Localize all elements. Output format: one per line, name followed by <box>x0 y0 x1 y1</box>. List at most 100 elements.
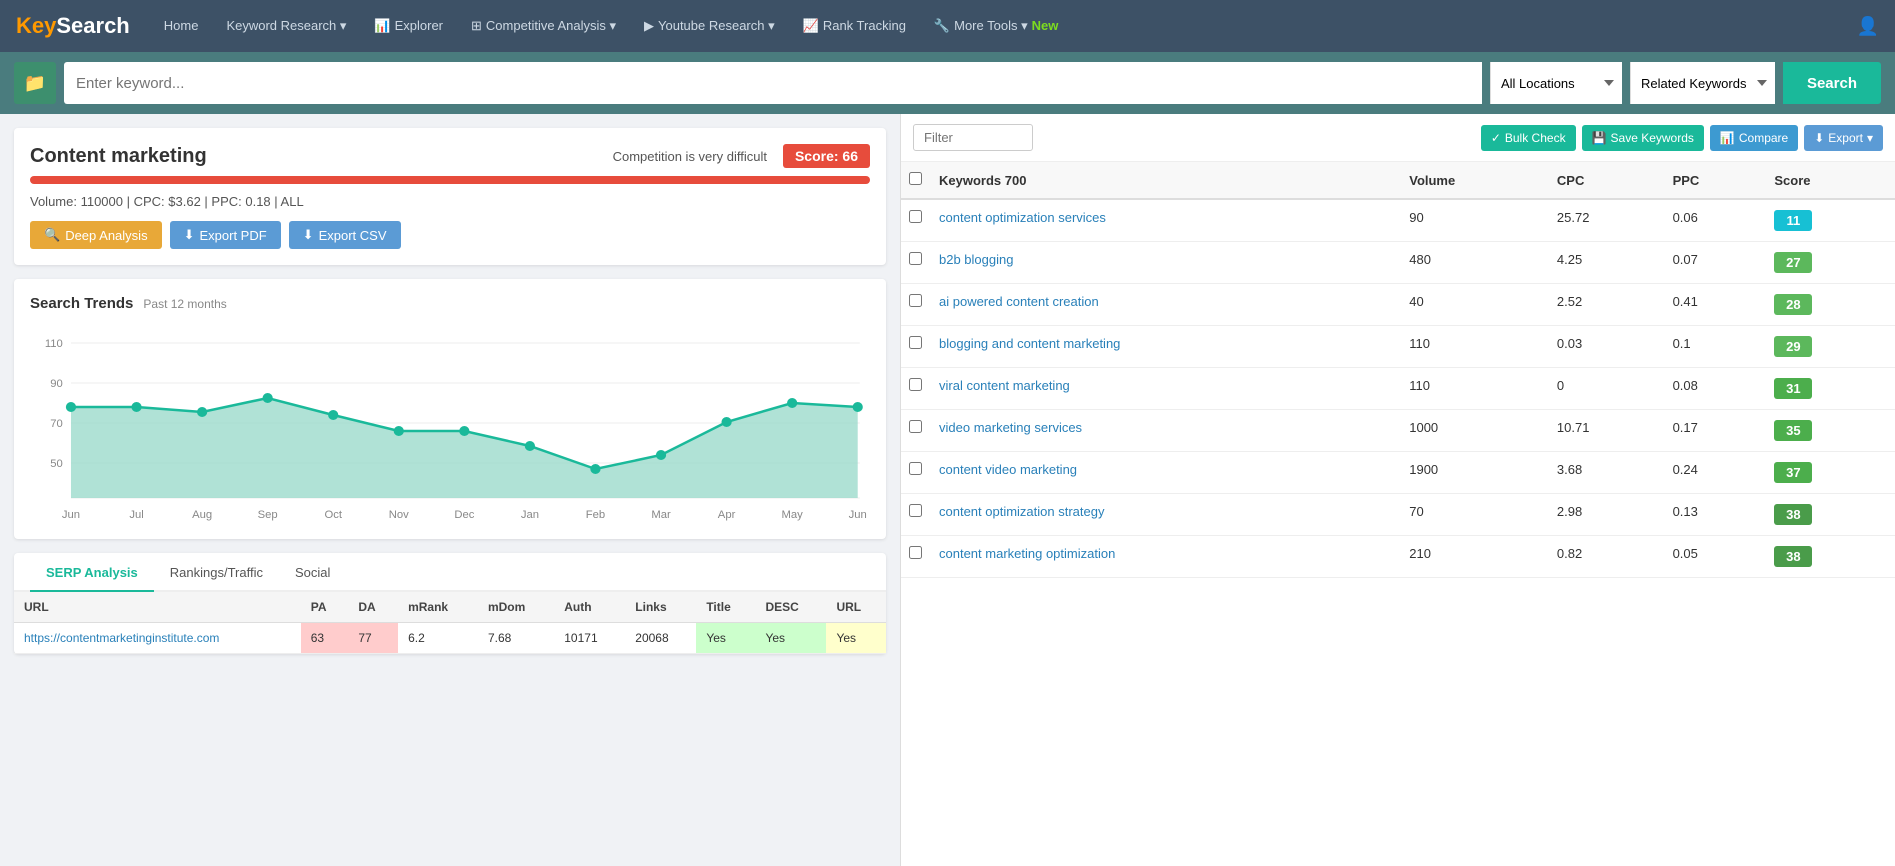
trending-icon: 📈 <box>803 0 819 52</box>
tab-rankings-traffic[interactable]: Rankings/Traffic <box>154 553 279 592</box>
nav-youtube-research[interactable]: ▶ Youtube Research ▾ <box>634 0 785 52</box>
navbar: KeySearch Home Keyword Research ▾ 📊 Expl… <box>0 0 1895 52</box>
row-checkbox-cell[interactable] <box>901 284 931 326</box>
serp-links: 20068 <box>625 623 696 654</box>
logo[interactable]: KeySearch <box>16 13 130 39</box>
row-checkbox[interactable] <box>909 504 922 517</box>
compare-button[interactable]: 📊 Compare <box>1710 125 1798 151</box>
serp-da: 77 <box>348 623 398 654</box>
keyword-type-select[interactable]: Related Keywords Exact Match Broad Match… <box>1630 62 1775 104</box>
tab-serp-analysis[interactable]: SERP Analysis <box>30 553 154 592</box>
keyword-link[interactable]: video marketing services <box>939 420 1082 435</box>
serp-url-col: Yes <box>826 623 886 654</box>
keyword-link[interactable]: content marketing optimization <box>939 546 1115 561</box>
export-button[interactable]: ⬇ Export ▾ <box>1804 125 1883 151</box>
keyword-link[interactable]: ai powered content creation <box>939 294 1099 309</box>
keyword-overview-card: Content marketing Competition is very di… <box>14 128 886 265</box>
chart-container: 110 90 70 50 <box>30 323 870 523</box>
logo-text: Search <box>56 13 129 38</box>
row-keyword[interactable]: content video marketing <box>931 452 1401 494</box>
row-keyword[interactable]: b2b blogging <box>931 242 1401 284</box>
user-menu[interactable]: 👤 <box>1857 16 1879 37</box>
export-pdf-button[interactable]: ⬇ Export PDF <box>170 221 281 249</box>
search-button[interactable]: Search <box>1783 62 1881 104</box>
row-checkbox[interactable] <box>909 546 922 559</box>
row-ppc: 0.05 <box>1665 536 1767 578</box>
nav-explorer[interactable]: 📊 Explorer <box>364 0 453 52</box>
col-auth: Auth <box>554 592 625 623</box>
row-score: 38 <box>1766 536 1895 578</box>
nav-more-tools[interactable]: 🔧 More Tools ▾ New <box>924 0 1068 52</box>
search-bar-folder-icon[interactable]: 📁 <box>14 62 56 104</box>
row-score: 38 <box>1766 494 1895 536</box>
nav-home[interactable]: Home <box>154 0 209 52</box>
row-ppc: 0.1 <box>1665 326 1767 368</box>
keyword-link[interactable]: content optimization services <box>939 210 1106 225</box>
row-keyword[interactable]: viral content marketing <box>931 368 1401 410</box>
row-keyword[interactable]: content marketing optimization <box>931 536 1401 578</box>
row-checkbox[interactable] <box>909 420 922 433</box>
serp-table: URL PA DA mRank mDom Auth Links Title DE… <box>14 592 886 654</box>
row-keyword[interactable]: ai powered content creation <box>931 284 1401 326</box>
col-pa: PA <box>301 592 349 623</box>
keyword-link[interactable]: content optimization strategy <box>939 504 1104 519</box>
tab-social[interactable]: Social <box>279 553 346 592</box>
row-checkbox-cell[interactable] <box>901 452 931 494</box>
row-checkbox[interactable] <box>909 462 922 475</box>
serp-title: Yes <box>696 623 755 654</box>
row-checkbox-cell[interactable] <box>901 410 931 452</box>
bulk-check-button[interactable]: ✓ Bulk Check <box>1481 125 1576 151</box>
row-checkbox-cell[interactable] <box>901 368 931 410</box>
serp-url[interactable]: https://contentmarketinginstitute.com <box>14 623 301 654</box>
row-keyword[interactable]: content optimization services <box>931 199 1401 242</box>
col-mdom: mDom <box>478 592 554 623</box>
row-checkbox[interactable] <box>909 252 922 265</box>
row-checkbox[interactable] <box>909 336 922 349</box>
col-desc: DESC <box>755 592 826 623</box>
search-input[interactable]: content marketing <box>64 62 1482 104</box>
row-checkbox-cell[interactable] <box>901 536 931 578</box>
serp-mrank: 6.2 <box>398 623 478 654</box>
row-volume: 110 <box>1401 326 1549 368</box>
save-keywords-button[interactable]: 💾 Save Keywords <box>1582 125 1704 151</box>
keyword-link[interactable]: b2b blogging <box>939 252 1013 267</box>
col-links: Links <box>625 592 696 623</box>
filter-input[interactable] <box>913 124 1033 151</box>
row-keyword[interactable]: video marketing services <box>931 410 1401 452</box>
keyword-row: content optimization strategy 70 2.98 0.… <box>901 494 1895 536</box>
score-pill: 37 <box>1774 462 1812 483</box>
keyword-link[interactable]: content video marketing <box>939 462 1077 477</box>
score-pill: 27 <box>1774 252 1812 273</box>
row-checkbox-cell[interactable] <box>901 242 931 284</box>
score-badge: Score: 66 <box>783 144 870 168</box>
nav-competitive-analysis[interactable]: ⊞ Competitive Analysis ▾ <box>461 0 626 52</box>
export-csv-button[interactable]: ⬇ Export CSV <box>289 221 401 249</box>
col-cpc-header: CPC <box>1549 162 1665 199</box>
deep-analysis-button[interactable]: 🔍 Deep Analysis <box>30 221 162 249</box>
logo-key: Key <box>16 13 56 38</box>
row-checkbox-cell[interactable] <box>901 494 931 536</box>
nav-rank-tracking[interactable]: 📈 Rank Tracking <box>793 0 916 52</box>
row-volume: 480 <box>1401 242 1549 284</box>
row-checkbox-cell[interactable] <box>901 326 931 368</box>
serp-tabs: SERP Analysis Rankings/Traffic Social <box>14 553 886 592</box>
select-all-checkbox[interactable] <box>909 172 922 185</box>
serp-table-wrapper: URL PA DA mRank mDom Auth Links Title DE… <box>14 592 886 654</box>
difficulty-bar <box>30 176 870 184</box>
svg-text:Feb: Feb <box>586 509 605 521</box>
row-keyword[interactable]: content optimization strategy <box>931 494 1401 536</box>
row-checkbox[interactable] <box>909 210 922 223</box>
keyword-link[interactable]: viral content marketing <box>939 378 1070 393</box>
keywords-table: Keywords 700 Volume CPC PPC Score conten… <box>901 162 1895 578</box>
serp-mdom: 7.68 <box>478 623 554 654</box>
location-select[interactable]: All Locations United States United Kingd… <box>1490 62 1622 104</box>
svg-text:Nov: Nov <box>389 509 409 521</box>
nav-keyword-research[interactable]: Keyword Research ▾ <box>216 0 356 52</box>
keyword-link[interactable]: blogging and content marketing <box>939 336 1120 351</box>
row-checkbox[interactable] <box>909 378 922 391</box>
row-keyword[interactable]: blogging and content marketing <box>931 326 1401 368</box>
svg-text:Dec: Dec <box>454 509 474 521</box>
row-checkbox-cell[interactable] <box>901 199 931 242</box>
row-checkbox[interactable] <box>909 294 922 307</box>
row-cpc: 25.72 <box>1549 199 1665 242</box>
